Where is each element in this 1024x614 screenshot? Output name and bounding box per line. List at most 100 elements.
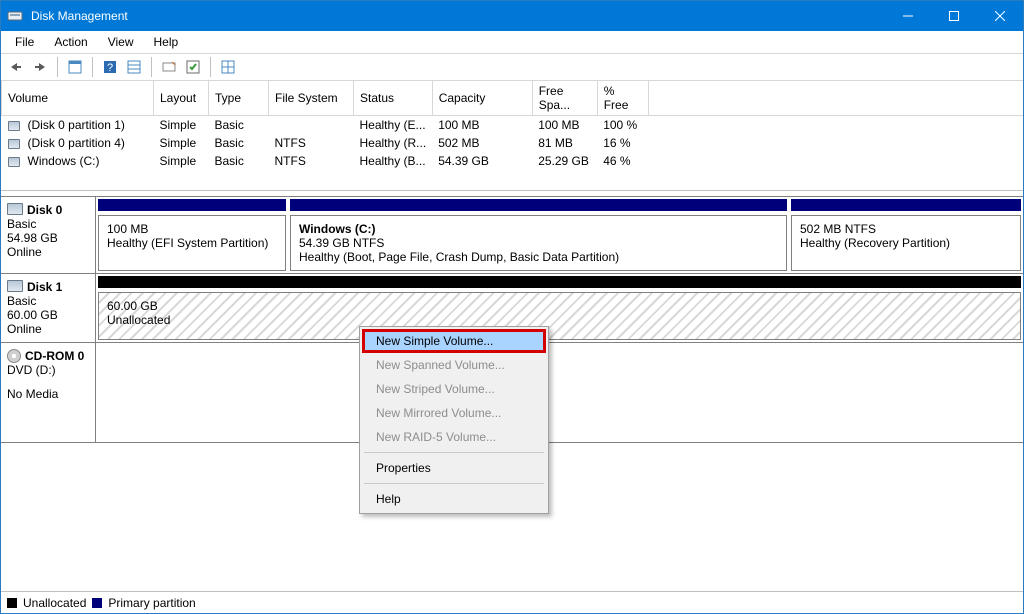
menu-file[interactable]: File	[5, 33, 44, 51]
ctx-new-simple-volume[interactable]: New Simple Volume...	[362, 329, 546, 353]
disk-type: Basic	[7, 294, 89, 308]
volume-capacity: 54.39 GB	[432, 152, 532, 170]
column-capacity[interactable]: Capacity	[432, 81, 532, 116]
column-volume[interactable]: Volume	[2, 81, 154, 116]
app-icon	[1, 8, 29, 24]
volume-icon	[8, 121, 20, 131]
volume-type: Basic	[209, 116, 269, 135]
disk-label: Disk 1	[27, 280, 62, 294]
ctx-properties[interactable]: Properties	[362, 456, 546, 480]
partition-sub: 54.39 GB NTFS	[299, 236, 778, 250]
ctx-help[interactable]: Help	[362, 487, 546, 511]
ctx-new-striped-volume: New Striped Volume...	[362, 377, 546, 401]
volume-status: Healthy (R...	[354, 134, 433, 152]
volume-layout: Simple	[154, 152, 209, 170]
volume-type: Basic	[209, 134, 269, 152]
unallocated-label: Unallocated	[107, 313, 1012, 327]
volume-status: Healthy (E...	[354, 116, 433, 135]
volume-filesystem: NTFS	[269, 152, 354, 170]
disk-state: Online	[7, 245, 89, 259]
column-percent-free[interactable]: % Free	[597, 81, 648, 116]
disk-label: CD-ROM 0	[25, 349, 84, 363]
disk-label: Disk 0	[27, 203, 62, 217]
close-button[interactable]	[977, 1, 1023, 31]
volume-free: 81 MB	[532, 134, 597, 152]
volume-type: Basic	[209, 152, 269, 170]
unallocated-size: 60.00 GB	[107, 299, 1012, 313]
partition-efi[interactable]: 100 MB Healthy (EFI System Partition)	[98, 215, 286, 271]
ctx-new-mirrored-volume: New Mirrored Volume...	[362, 401, 546, 425]
context-menu: New Simple Volume... New Spanned Volume.…	[359, 326, 549, 514]
stripe-segment	[791, 199, 1021, 211]
partition-windows-c[interactable]: Windows (C:) 54.39 GB NTFS Healthy (Boot…	[290, 215, 787, 271]
partition-status: Healthy (Recovery Partition)	[800, 236, 1012, 250]
window-title: Disk Management	[29, 9, 885, 23]
toolbar-separator	[57, 57, 58, 77]
ctx-separator	[364, 452, 544, 453]
disk-icon	[7, 203, 23, 215]
volume-capacity: 100 MB	[432, 116, 532, 135]
disk-state: Online	[7, 322, 89, 336]
refresh-button[interactable]	[217, 56, 239, 78]
disk-header[interactable]: Disk 0 Basic 54.98 GB Online	[1, 197, 96, 273]
column-type[interactable]: Type	[209, 81, 269, 116]
show-hide-tree-button[interactable]	[64, 56, 86, 78]
volume-percent-free: 100 %	[597, 116, 648, 135]
cd-state: No Media	[7, 387, 89, 401]
cd-sub: DVD (D:)	[7, 363, 89, 377]
volume-capacity: 502 MB	[432, 134, 532, 152]
disk-size: 54.98 GB	[7, 231, 89, 245]
volume-name: (Disk 0 partition 4)	[22, 134, 154, 152]
stripe-segment	[290, 199, 787, 211]
volume-row[interactable]: (Disk 0 partition 1) Simple Basic Health…	[2, 116, 1024, 135]
svg-text:?: ?	[107, 62, 113, 74]
column-status[interactable]: Status	[354, 81, 433, 116]
volume-row[interactable]: (Disk 0 partition 4) Simple Basic NTFS H…	[2, 134, 1024, 152]
action-button[interactable]	[182, 56, 204, 78]
forward-button[interactable]	[29, 56, 51, 78]
back-button[interactable]	[5, 56, 27, 78]
volume-free: 25.29 GB	[532, 152, 597, 170]
column-layout[interactable]: Layout	[154, 81, 209, 116]
volume-name: (Disk 0 partition 1)	[22, 116, 154, 135]
volume-filesystem	[269, 116, 354, 135]
toolbar-separator	[210, 57, 211, 77]
volume-list[interactable]: Volume Layout Type File System Status Ca…	[1, 81, 1023, 191]
menu-view[interactable]: View	[98, 33, 144, 51]
help-button[interactable]: ?	[99, 56, 121, 78]
volume-icon	[8, 157, 20, 167]
menu-action[interactable]: Action	[44, 33, 97, 51]
legend-swatch-unallocated	[7, 598, 17, 608]
titlebar: Disk Management	[1, 1, 1023, 31]
partition-status: Healthy (Boot, Page File, Crash Dump, Ba…	[299, 250, 778, 264]
column-filesystem[interactable]: File System	[269, 81, 354, 116]
disk-size: 60.00 GB	[7, 308, 89, 322]
maximize-button[interactable]	[931, 1, 977, 31]
column-header-row[interactable]: Volume Layout Type File System Status Ca…	[2, 81, 1024, 116]
legend-unallocated: Unallocated	[23, 596, 86, 610]
disk-header[interactable]: Disk 1 Basic 60.00 GB Online	[1, 274, 96, 342]
legend-swatch-primary	[92, 598, 102, 608]
ctx-separator	[364, 483, 544, 484]
partition-recovery[interactable]: 502 MB NTFS Healthy (Recovery Partition)	[791, 215, 1021, 271]
volume-layout: Simple	[154, 116, 209, 135]
disk-row-disk0[interactable]: Disk 0 Basic 54.98 GB Online 100 MB Heal…	[1, 196, 1023, 274]
settings-button[interactable]	[158, 56, 180, 78]
menu-help[interactable]: Help	[144, 33, 189, 51]
ctx-new-spanned-volume: New Spanned Volume...	[362, 353, 546, 377]
column-spacer	[648, 81, 1023, 116]
cdrom-icon	[7, 349, 21, 363]
minimize-button[interactable]	[885, 1, 931, 31]
partition-title: Windows (C:)	[299, 222, 778, 236]
volume-row[interactable]: Windows (C:) Simple Basic NTFS Healthy (…	[2, 152, 1024, 170]
view-list-button[interactable]	[123, 56, 145, 78]
stripe-segment	[98, 276, 1021, 288]
disk-type: Basic	[7, 217, 89, 231]
legend-primary: Primary partition	[108, 596, 195, 610]
disk-icon	[7, 280, 23, 292]
disk-header[interactable]: CD-ROM 0 DVD (D:) No Media	[1, 343, 96, 442]
unallocated-region[interactable]: 60.00 GB Unallocated	[98, 292, 1021, 340]
volume-name: Windows (C:)	[22, 152, 154, 170]
column-freespace[interactable]: Free Spa...	[532, 81, 597, 116]
toolbar-separator	[92, 57, 93, 77]
